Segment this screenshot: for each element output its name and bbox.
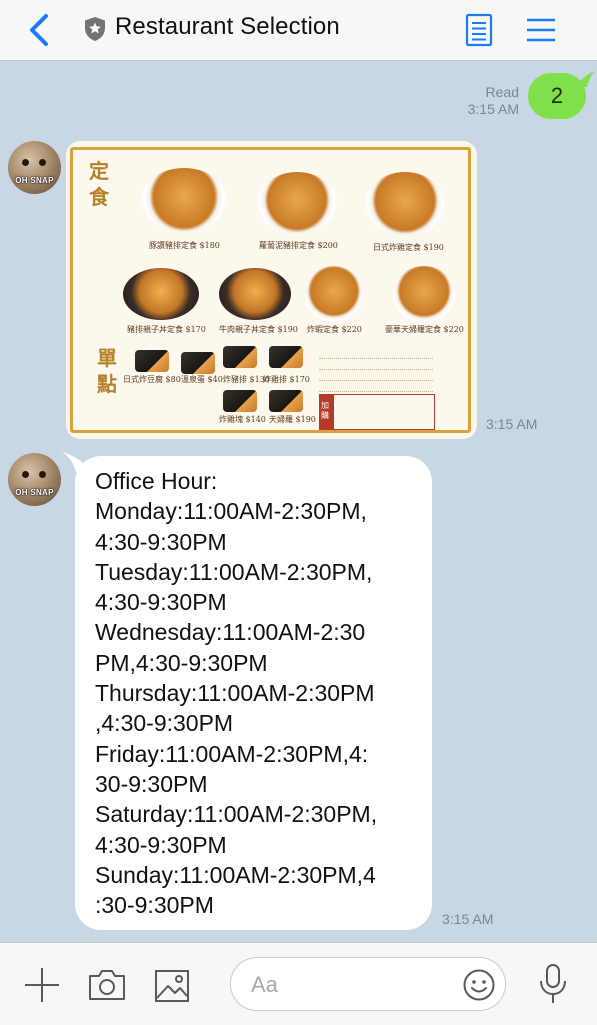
dish-label: 天婦羅 $190	[269, 415, 316, 424]
plus-icon	[25, 968, 59, 1002]
menu-heading: 定食	[89, 159, 109, 209]
camera-button[interactable]	[88, 967, 126, 1001]
camera-icon	[89, 970, 125, 1000]
dish-label: 牛肉親子丼定食 $190	[219, 325, 298, 334]
text-message-time: 3:15 AM	[442, 911, 494, 927]
sent-message-bubble[interactable]: 2	[528, 73, 586, 119]
dish-label: 炸雞塊 $140	[219, 415, 266, 424]
sent-time: 3:15 AM	[467, 101, 519, 117]
avatar[interactable]: OH SNAP	[8, 453, 61, 506]
notes-button[interactable]	[464, 13, 494, 47]
message-input[interactable]	[230, 957, 506, 1011]
dish-label: 蘿蔔泥豬排定食 $200	[259, 241, 338, 250]
shield-icon	[85, 17, 105, 41]
dish-label: 溫泉蛋 $40	[181, 375, 223, 384]
menu-photo: 定食 單點 豚讚豬排定食 $180 蘿蔔泥豬排定食 $200 日式炸雞定食 $1…	[70, 147, 471, 433]
office-hours-message[interactable]: Office Hour: Monday:11:00AM-2:30PM, 4:30…	[75, 456, 432, 930]
image-icon	[155, 970, 189, 1002]
dish-label: 日式炸豆腐 $80	[123, 375, 181, 384]
add-button[interactable]	[24, 967, 60, 1003]
message-input-bar	[0, 942, 597, 1025]
emoji-icon	[463, 969, 495, 1001]
dish-label: 豚讚豬排定食 $180	[149, 241, 220, 250]
menu-heading: 單點	[97, 346, 117, 396]
chat-header: Restaurant Selection	[0, 0, 597, 61]
message-text-input[interactable]	[249, 966, 453, 1004]
message-text: Office Hour: Monday:11:00AM-2:30PM, 4:30…	[95, 468, 378, 919]
notes-icon	[465, 13, 493, 47]
microphone-icon	[540, 964, 566, 1003]
dish-label: 豪華天婦羅定食 $220	[385, 325, 464, 334]
hamburger-menu-icon	[527, 18, 555, 42]
emoji-button[interactable]	[463, 969, 495, 1001]
menu-add-on-box: 加購	[319, 394, 435, 430]
gallery-button[interactable]	[154, 969, 190, 1003]
read-receipt: Read 3:15 AM	[468, 84, 519, 118]
add-on-label: 加購	[321, 401, 329, 420]
read-label: Read	[485, 84, 519, 100]
dish-label: 豬排親子丼定食 $170	[127, 325, 206, 334]
chat-title: Restaurant Selection	[115, 13, 340, 40]
menu-image-message[interactable]: 定食 單點 豚讚豬排定食 $180 蘿蔔泥豬排定食 $200 日式炸雞定食 $1…	[66, 141, 477, 439]
image-message-time: 3:15 AM	[486, 416, 538, 432]
avatar-caption: OH SNAP	[15, 488, 54, 497]
menu-button[interactable]	[524, 15, 558, 45]
dish-label: 炸蝦定食 $220	[307, 325, 362, 334]
voice-button[interactable]	[538, 963, 568, 1005]
dish-label: 炸雞排 $170	[263, 375, 310, 384]
avatar[interactable]: OH SNAP	[8, 141, 61, 194]
avatar-caption: OH SNAP	[15, 176, 54, 185]
back-button[interactable]	[24, 12, 56, 48]
dish-label: 日式炸雞定食 $190	[373, 243, 444, 252]
chevron-left-icon	[30, 14, 48, 46]
